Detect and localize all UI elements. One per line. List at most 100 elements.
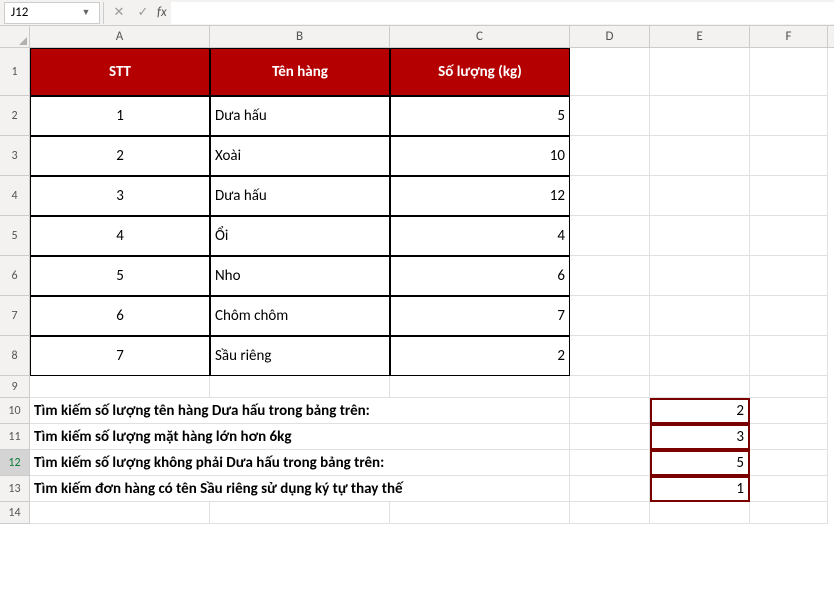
query-text[interactable]: Tìm kiếm đơn hàng có tên Sầu riêng sử dụ… — [30, 476, 570, 502]
table-cell-stt[interactable]: 3 — [30, 176, 210, 216]
query-result[interactable]: 5 — [650, 450, 750, 476]
cell[interactable] — [750, 476, 828, 502]
row-header[interactable]: 1 — [0, 48, 30, 96]
name-box[interactable]: J12 ▼ — [4, 2, 100, 24]
table-cell-name[interactable]: Nho — [210, 256, 390, 296]
table-cell-stt[interactable]: 1 — [30, 96, 210, 136]
cell[interactable] — [750, 450, 828, 476]
cell[interactable] — [570, 502, 650, 524]
row-header[interactable]: 8 — [0, 336, 30, 376]
query-result[interactable]: 3 — [650, 424, 750, 450]
table-cell-stt[interactable]: 5 — [30, 256, 210, 296]
row-header[interactable]: 13 — [0, 476, 30, 502]
row-header[interactable]: 2 — [0, 96, 30, 136]
cell[interactable] — [30, 502, 210, 524]
table-cell-name[interactable]: Sầu riêng — [210, 336, 390, 376]
cell[interactable] — [570, 96, 650, 136]
query-result[interactable]: 2 — [650, 398, 750, 424]
col-header-B[interactable]: B — [210, 26, 390, 47]
cell[interactable] — [650, 336, 750, 376]
cell[interactable] — [570, 136, 650, 176]
cell[interactable] — [650, 376, 750, 398]
cell[interactable] — [750, 502, 828, 524]
cell[interactable] — [750, 336, 828, 376]
cell[interactable] — [750, 256, 828, 296]
row-header[interactable]: 5 — [0, 216, 30, 256]
cell[interactable] — [750, 216, 828, 256]
col-header-A[interactable]: A — [30, 26, 210, 47]
formula-input[interactable] — [171, 2, 834, 24]
cell[interactable] — [570, 336, 650, 376]
col-header-D[interactable]: D — [570, 26, 650, 47]
table-cell-name[interactable]: Xoài — [210, 136, 390, 176]
cell[interactable] — [750, 376, 828, 398]
cell[interactable] — [650, 176, 750, 216]
cell[interactable] — [570, 476, 650, 502]
table-cell-stt[interactable]: 7 — [30, 336, 210, 376]
cell[interactable] — [750, 176, 828, 216]
table-cell-qty[interactable]: 2 — [390, 336, 570, 376]
cell[interactable] — [570, 296, 650, 336]
cell[interactable] — [650, 136, 750, 176]
table-cell-name[interactable]: Dưa hấu — [210, 96, 390, 136]
query-text[interactable]: Tìm kiếm số lượng tên hàng Dưa hấu trong… — [30, 398, 570, 424]
table-cell-qty[interactable]: 6 — [390, 256, 570, 296]
table-cell-qty[interactable]: 10 — [390, 136, 570, 176]
table-header-qty[interactable]: Số lượng (kg) — [390, 48, 570, 96]
cell[interactable] — [210, 376, 390, 398]
cell[interactable] — [570, 424, 650, 450]
cell[interactable] — [650, 296, 750, 336]
table-cell-stt[interactable]: 6 — [30, 296, 210, 336]
table-cell-stt[interactable]: 2 — [30, 136, 210, 176]
cell[interactable] — [750, 48, 828, 96]
fx-icon[interactable]: fx — [157, 5, 167, 20]
cell[interactable] — [650, 216, 750, 256]
cell[interactable] — [650, 256, 750, 296]
row-header[interactable]: 12 — [0, 450, 30, 476]
cell[interactable] — [750, 136, 828, 176]
cell[interactable] — [650, 502, 750, 524]
name-box-dropdown[interactable]: ▼ — [79, 7, 93, 18]
query-result[interactable]: 1 — [650, 476, 750, 502]
table-cell-name[interactable]: Ổi — [210, 216, 390, 256]
select-all-corner[interactable] — [0, 26, 30, 47]
accept-button[interactable]: ✓ — [131, 2, 155, 24]
row-header[interactable]: 11 — [0, 424, 30, 450]
col-header-E[interactable]: E — [650, 26, 750, 47]
cell[interactable] — [570, 450, 650, 476]
cell[interactable] — [650, 48, 750, 96]
cell[interactable] — [390, 376, 570, 398]
table-cell-name[interactable]: Dưa hấu — [210, 176, 390, 216]
row-header[interactable]: 6 — [0, 256, 30, 296]
col-header-F[interactable]: F — [750, 26, 828, 47]
table-cell-name[interactable]: Chôm chôm — [210, 296, 390, 336]
table-cell-qty[interactable]: 5 — [390, 96, 570, 136]
cell[interactable] — [750, 296, 828, 336]
row-header[interactable]: 9 — [0, 376, 30, 398]
cell[interactable] — [390, 502, 570, 524]
row-header[interactable]: 14 — [0, 502, 30, 524]
cell[interactable] — [570, 376, 650, 398]
cell[interactable] — [570, 398, 650, 424]
cell[interactable] — [30, 376, 210, 398]
cell[interactable] — [570, 216, 650, 256]
cell[interactable] — [570, 256, 650, 296]
row-header[interactable]: 7 — [0, 296, 30, 336]
cell[interactable] — [750, 398, 828, 424]
table-cell-qty[interactable]: 4 — [390, 216, 570, 256]
cell[interactable] — [750, 96, 828, 136]
table-cell-stt[interactable]: 4 — [30, 216, 210, 256]
query-text[interactable]: Tìm kiếm số lượng không phải Dưa hấu tro… — [30, 450, 570, 476]
table-header-stt[interactable]: STT — [30, 48, 210, 96]
cell[interactable] — [570, 176, 650, 216]
row-header[interactable]: 3 — [0, 136, 30, 176]
table-header-name[interactable]: Tên hàng — [210, 48, 390, 96]
col-header-C[interactable]: C — [390, 26, 570, 47]
query-text[interactable]: Tìm kiếm số lượng mặt hàng lớn hơn 6kg — [30, 424, 570, 450]
cell[interactable] — [210, 502, 390, 524]
cancel-button[interactable]: ✕ — [107, 2, 131, 24]
row-header[interactable]: 10 — [0, 398, 30, 424]
cell[interactable] — [650, 96, 750, 136]
table-cell-qty[interactable]: 12 — [390, 176, 570, 216]
cell[interactable] — [570, 48, 650, 96]
